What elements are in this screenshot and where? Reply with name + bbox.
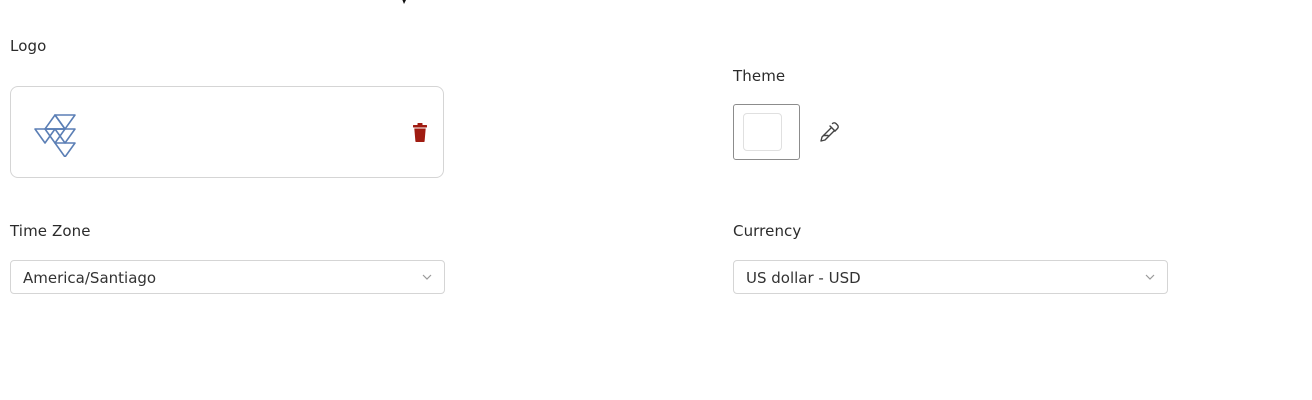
currency-select[interactable]: US dollar - USD bbox=[733, 260, 1168, 294]
logo-label: Logo bbox=[10, 37, 47, 55]
eyedropper-icon[interactable] bbox=[817, 120, 841, 144]
settings-page: Logo Theme Time Zone America/Santiago Cu… bbox=[0, 0, 1312, 400]
logo-upload-box[interactable] bbox=[10, 86, 444, 178]
theme-label: Theme bbox=[733, 67, 786, 85]
trash-icon[interactable] bbox=[412, 123, 428, 142]
chevron-down-icon bbox=[1145, 274, 1155, 280]
time-zone-value: America/Santiago bbox=[23, 269, 157, 287]
triangle-grid-logo-icon bbox=[34, 114, 76, 157]
currency-value: US dollar - USD bbox=[746, 269, 861, 287]
time-zone-label: Time Zone bbox=[10, 222, 91, 240]
chevron-down-icon bbox=[422, 274, 432, 280]
time-zone-select[interactable]: America/Santiago bbox=[10, 260, 445, 294]
theme-color-preview bbox=[743, 113, 782, 151]
mouse-cursor-icon bbox=[402, 0, 406, 4]
currency-label: Currency bbox=[733, 222, 802, 240]
theme-color-swatch[interactable] bbox=[733, 104, 800, 160]
